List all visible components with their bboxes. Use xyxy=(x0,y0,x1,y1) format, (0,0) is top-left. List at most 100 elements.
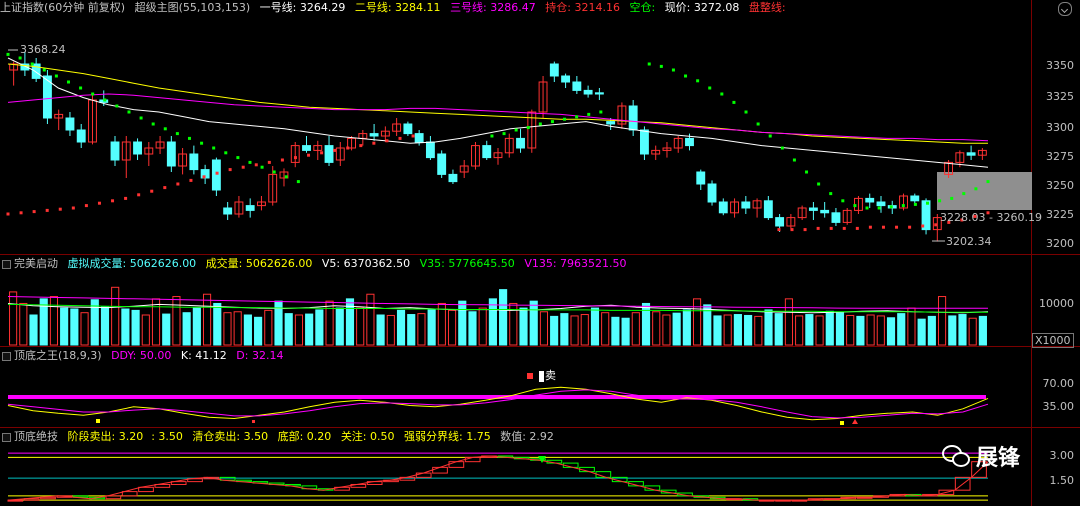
empty-series-dot xyxy=(200,141,204,145)
hold-series-dot xyxy=(163,186,167,190)
volume-bar xyxy=(570,315,579,346)
volume-bar xyxy=(723,314,732,346)
hold-series-dot xyxy=(320,151,324,155)
volume-bar xyxy=(856,315,865,346)
volume-bar xyxy=(529,300,538,346)
volume-bar xyxy=(672,312,681,346)
volume-bar xyxy=(151,298,161,346)
hold-series-dot xyxy=(45,208,49,212)
candle-body xyxy=(403,123,413,135)
volume-bar xyxy=(141,314,150,346)
bottom-y-tick: 1.50 xyxy=(1049,474,1075,487)
signal-marker xyxy=(252,420,255,423)
volume-bar xyxy=(805,314,814,346)
empty-series-dot xyxy=(671,68,675,72)
candle-body xyxy=(628,105,638,131)
step-box xyxy=(432,466,448,474)
hold-series-dot xyxy=(111,199,115,203)
empty-series-dot xyxy=(18,56,22,60)
bottom-panel-header: 顶底绝技 阶段卖出: 3.20: 3.50 清仓卖出: 3.50 底部: 0.2… xyxy=(14,429,560,445)
volume-bar xyxy=(825,310,834,346)
hold-series-dot xyxy=(202,175,206,179)
hold-series-dot xyxy=(241,165,245,169)
candle-body xyxy=(707,183,717,203)
volume-bar xyxy=(662,314,671,346)
hold-series-dot xyxy=(6,212,10,216)
candle-body xyxy=(583,89,593,95)
candle-body xyxy=(741,201,751,209)
hold-series-dot xyxy=(280,158,284,162)
empty-series-dot xyxy=(647,62,651,66)
candle-body xyxy=(876,201,886,207)
empty-series-dot xyxy=(538,122,542,126)
volume-bar xyxy=(631,312,640,346)
step-box xyxy=(415,472,432,478)
empty-series-dot xyxy=(829,192,833,196)
volume-bar xyxy=(447,309,457,346)
volume-bar xyxy=(601,312,610,346)
d-value: D: 32.14 xyxy=(236,349,284,362)
stage-sell-text-2: : 3.50 xyxy=(151,430,183,443)
volume-bar xyxy=(335,307,344,346)
candle-body xyxy=(594,92,604,95)
volume-bar xyxy=(652,311,661,346)
panel-toggle-button[interactable] xyxy=(2,352,11,361)
number-value: 数值: 2.92 xyxy=(500,430,554,443)
empty-series-dot xyxy=(224,151,228,155)
empty-series-dot xyxy=(659,64,663,68)
candle-body xyxy=(189,153,199,171)
candle-body xyxy=(516,137,525,149)
empty-series-dot xyxy=(187,136,191,140)
empty-series-dot xyxy=(103,98,107,102)
wechat-icon xyxy=(942,445,970,467)
volume-bar xyxy=(560,313,569,346)
hold-series-dot xyxy=(137,193,141,197)
volume-bar xyxy=(100,306,110,346)
clear-sell-value: 清仓卖出: 3.50 xyxy=(192,430,269,443)
volume-bar xyxy=(897,313,906,346)
volume-y-tick: 10000 xyxy=(1039,297,1074,310)
volume-panel-title: 完美启动 xyxy=(14,257,58,270)
empty-series-dot xyxy=(805,170,809,174)
v135-value: V135: 7963521.50 xyxy=(524,257,627,270)
candle-body xyxy=(820,209,830,214)
hold-series-dot xyxy=(398,136,402,140)
hold-series-dot xyxy=(790,228,794,232)
candle-body xyxy=(966,152,976,156)
volume-bar xyxy=(499,289,508,346)
candle-body xyxy=(76,129,86,143)
empty-series-dot xyxy=(550,120,554,124)
candle-body xyxy=(437,153,447,175)
volume-bar xyxy=(19,302,28,346)
volume-bar xyxy=(182,312,191,346)
candle-body xyxy=(606,121,616,125)
volume-bar xyxy=(907,307,916,346)
empty-series-dot xyxy=(248,160,252,164)
volume-bar xyxy=(396,309,406,346)
ddy-value: DDY: 50.00 xyxy=(111,349,172,362)
panel-toggle-button[interactable] xyxy=(2,433,11,442)
volume-bar xyxy=(539,311,549,346)
empty-series-dot xyxy=(127,110,131,114)
volume-bar xyxy=(580,314,589,346)
empty-series-dot xyxy=(139,116,143,120)
volume-bar xyxy=(468,311,477,346)
empty-series-dot xyxy=(272,170,276,174)
candle-body xyxy=(110,141,120,161)
step-box xyxy=(121,491,138,497)
empty-series-dot xyxy=(587,112,591,116)
hold-series-dot xyxy=(855,226,859,230)
volume-bar xyxy=(795,315,804,346)
empty-series-dot xyxy=(853,204,857,208)
panel-toggle-button[interactable] xyxy=(2,260,11,269)
volume-bar xyxy=(784,298,794,346)
hold-series-dot xyxy=(868,225,872,229)
bottom-value: 底部: 0.20 xyxy=(277,430,332,443)
volume-bar xyxy=(213,302,222,346)
hold-series-dot xyxy=(228,168,232,172)
hold-series-dot xyxy=(881,225,885,229)
volume-bar xyxy=(611,316,620,346)
empty-series-dot xyxy=(913,202,917,206)
candle-body xyxy=(831,212,841,223)
v35-value: V35: 5776645.50 xyxy=(419,257,515,270)
